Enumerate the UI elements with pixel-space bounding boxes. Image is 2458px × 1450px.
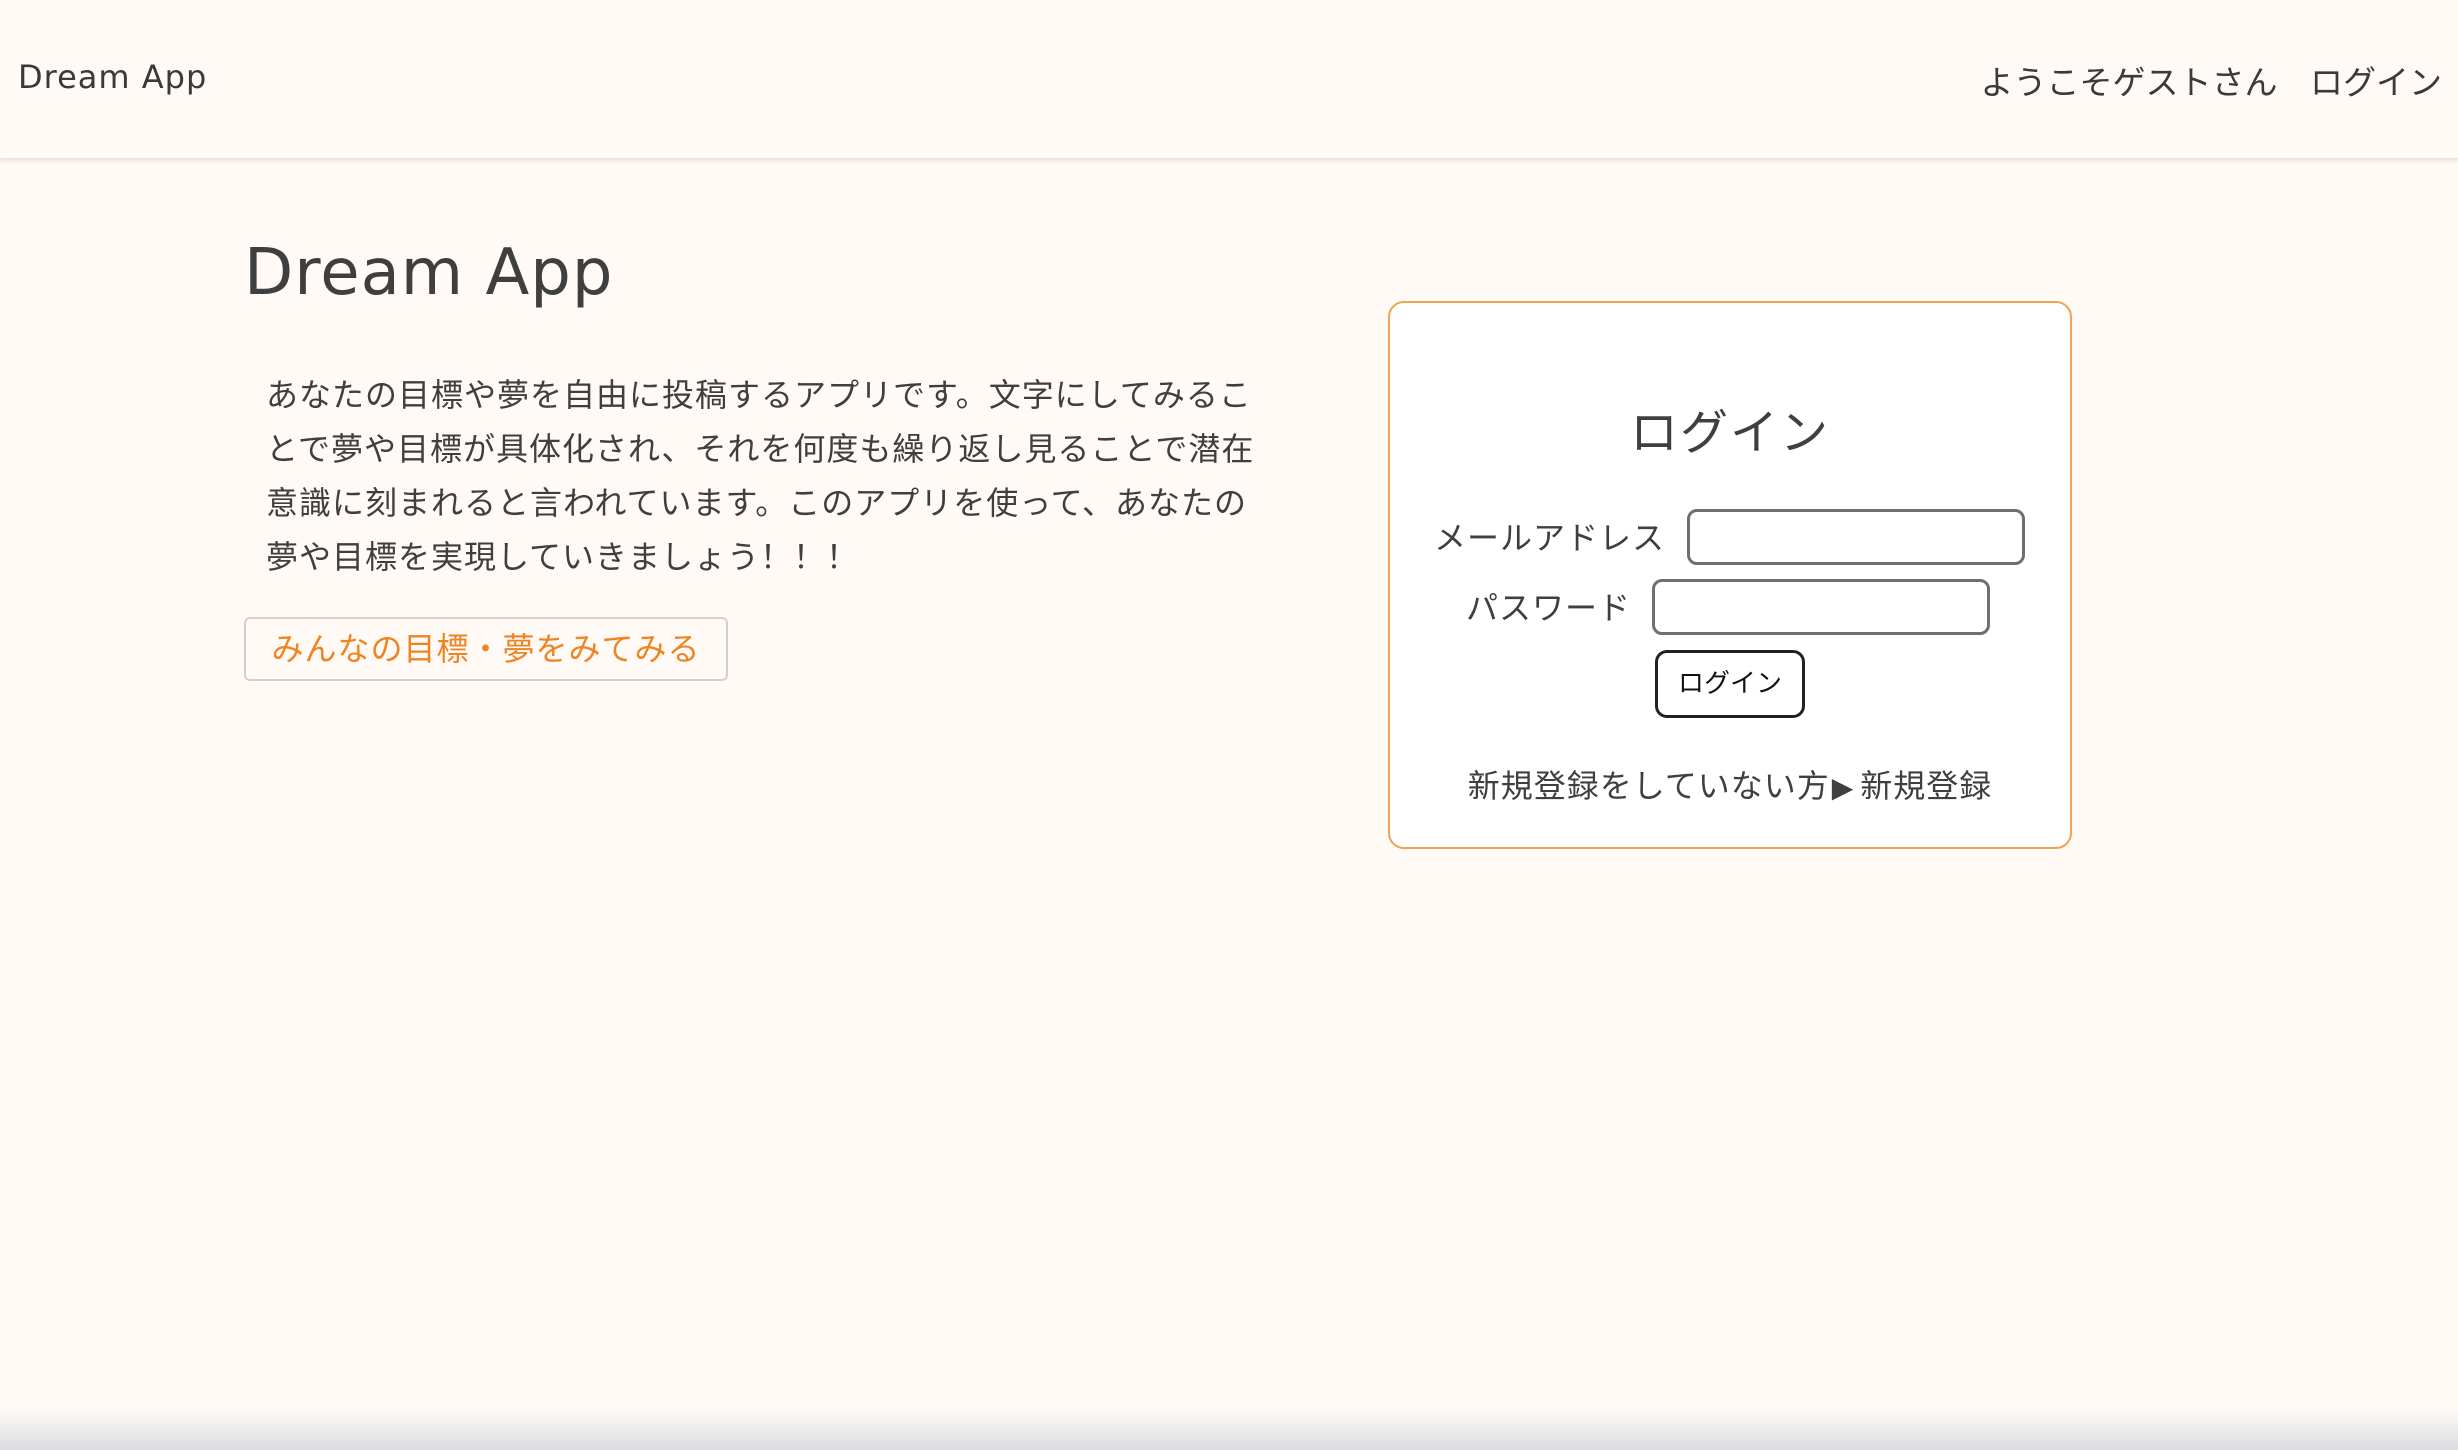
play-arrow-icon: ▶	[1831, 771, 1855, 804]
bottom-edge-shadow	[0, 1410, 2458, 1450]
password-field[interactable]	[1652, 579, 1990, 635]
signup-row: 新規登録をしていない方▶ 新規登録	[1390, 761, 2070, 807]
app-description: あなたの目標や夢を自由に投稿するアプリです。文字にしてみることで夢や目標が具体化…	[266, 376, 1255, 576]
email-label: メールアドレス	[1434, 519, 1666, 557]
page-title: Dream App	[244, 236, 614, 310]
view-all-goals-button[interactable]: みんなの目標・夢をみてみる	[244, 617, 728, 681]
guest-greeting: ようこそゲストさん	[1980, 63, 2278, 102]
login-card-title: ログイン	[1629, 405, 1830, 461]
signup-prompt: 新規登録をしていない方	[1467, 767, 1830, 805]
signup-link[interactable]: 新規登録	[1860, 767, 1992, 805]
brand-logo-link[interactable]: Dream App	[18, 58, 207, 96]
login-card: ログイン メールアドレス パスワード ログイン 新規登録をしていない方▶ 新規登録	[1388, 301, 2072, 849]
password-label: パスワード	[1466, 589, 1632, 627]
nav-login-link[interactable]: ログイン	[2310, 63, 2442, 102]
email-field[interactable]	[1687, 509, 2025, 565]
login-submit-button[interactable]: ログイン	[1655, 650, 1805, 718]
navbar-right: ようこそゲストさん ログイン	[1981, 56, 2443, 104]
top-navbar: Dream App ようこそゲストさん ログイン	[0, 0, 2458, 159]
